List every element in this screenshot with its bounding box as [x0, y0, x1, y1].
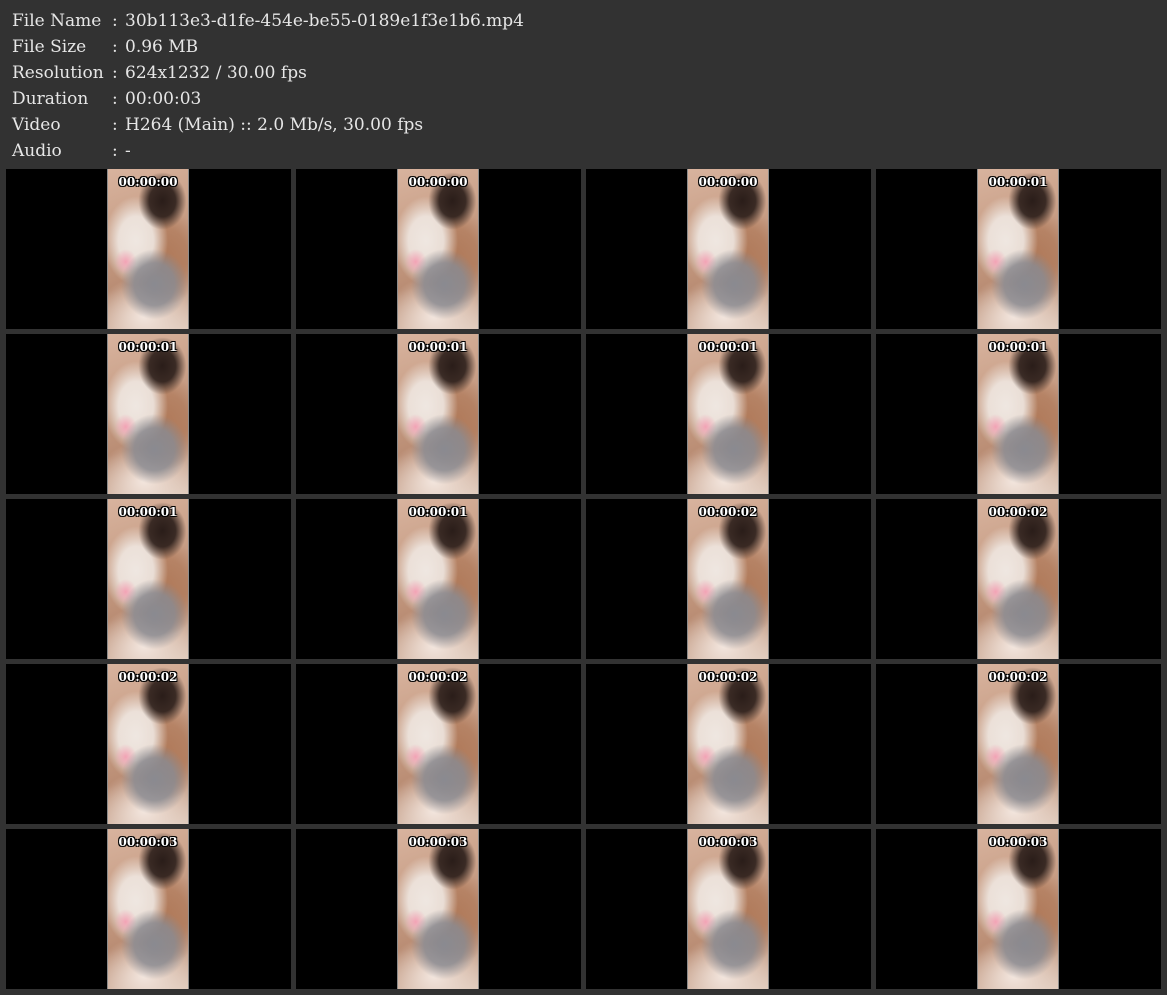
- video-frame-thumbnail: 00:00:02: [397, 664, 479, 824]
- timestamp-label: 00:00:01: [988, 340, 1048, 354]
- video-frame-thumbnail: 00:00:02: [687, 664, 769, 824]
- thumbnail-cell[interactable]: 00:00:02: [876, 664, 1161, 824]
- thumbnail-cell[interactable]: 00:00:01: [6, 499, 291, 659]
- file-size-value: 0.96 MB: [125, 37, 199, 57]
- info-separator: :: [112, 63, 118, 83]
- info-separator: :: [112, 115, 118, 135]
- video-frame-thumbnail: 00:00:03: [107, 829, 189, 989]
- video-frame-thumbnail: 00:00:00: [687, 169, 769, 329]
- thumbnail-cell[interactable]: 00:00:03: [586, 829, 871, 989]
- timestamp-label: 00:00:01: [408, 340, 468, 354]
- file-name-label: File Name: [12, 11, 102, 31]
- duration-value: 00:00:03: [125, 89, 202, 109]
- timestamp-label: 00:00:01: [698, 340, 758, 354]
- timestamp-label: 00:00:03: [408, 835, 468, 849]
- info-row-file-size: File Size : 0.96 MB: [12, 34, 524, 60]
- info-row-duration: Duration : 00:00:03: [12, 86, 524, 112]
- info-row-video: Video : H264 (Main) :: 2.0 Mb/s, 30.00 f…: [12, 112, 524, 138]
- audio-label: Audio: [12, 141, 62, 161]
- thumbnail-cell[interactable]: 00:00:03: [6, 829, 291, 989]
- thumbnail-cell[interactable]: 00:00:01: [876, 334, 1161, 494]
- thumbnail-cell[interactable]: 00:00:02: [876, 499, 1161, 659]
- timestamp-label: 00:00:03: [988, 835, 1048, 849]
- timestamp-label: 00:00:02: [988, 505, 1048, 519]
- info-separator: :: [112, 11, 118, 31]
- thumbnail-cell[interactable]: 00:00:01: [296, 499, 581, 659]
- video-frame-thumbnail: 00:00:01: [977, 334, 1059, 494]
- video-frame-thumbnail: 00:00:00: [397, 169, 479, 329]
- video-frame-thumbnail: 00:00:01: [687, 334, 769, 494]
- thumbnail-cell[interactable]: 00:00:00: [296, 169, 581, 329]
- video-frame-thumbnail: 00:00:02: [977, 664, 1059, 824]
- info-row-audio: Audio : -: [12, 138, 524, 164]
- thumbnail-cell[interactable]: 00:00:01: [586, 334, 871, 494]
- thumbnail-cell[interactable]: 00:00:02: [586, 499, 871, 659]
- video-frame-thumbnail: 00:00:00: [107, 169, 189, 329]
- video-value: H264 (Main) :: 2.0 Mb/s, 30.00 fps: [125, 115, 424, 135]
- video-frame-thumbnail: 00:00:01: [397, 499, 479, 659]
- thumbnail-cell[interactable]: 00:00:02: [6, 664, 291, 824]
- thumbnail-cell[interactable]: 00:00:03: [876, 829, 1161, 989]
- thumbnail-cell[interactable]: 00:00:02: [586, 664, 871, 824]
- timestamp-label: 00:00:02: [698, 505, 758, 519]
- duration-label: Duration: [12, 89, 89, 109]
- thumbnail-cell[interactable]: 00:00:00: [6, 169, 291, 329]
- timestamp-label: 00:00:02: [408, 670, 468, 684]
- thumbnail-cell[interactable]: 00:00:00: [586, 169, 871, 329]
- info-row-resolution: Resolution : 624x1232 / 30.00 fps: [12, 60, 524, 86]
- timestamp-label: 00:00:00: [118, 175, 178, 189]
- timestamp-label: 00:00:01: [118, 505, 178, 519]
- resolution-label: Resolution: [12, 63, 104, 83]
- audio-value: -: [125, 141, 131, 161]
- file-info-panel: File Name : 30b113e3-d1fe-454e-be55-0189…: [12, 8, 524, 164]
- thumbnail-cell[interactable]: 00:00:01: [876, 169, 1161, 329]
- resolution-value: 624x1232 / 30.00 fps: [125, 63, 307, 83]
- timestamp-label: 00:00:01: [118, 340, 178, 354]
- video-frame-thumbnail: 00:00:01: [107, 499, 189, 659]
- timestamp-label: 00:00:03: [118, 835, 178, 849]
- timestamp-label: 00:00:01: [408, 505, 468, 519]
- info-separator: :: [112, 141, 118, 161]
- timestamp-label: 00:00:03: [698, 835, 758, 849]
- video-frame-thumbnail: 00:00:01: [977, 169, 1059, 329]
- video-frame-thumbnail: 00:00:01: [397, 334, 479, 494]
- timestamp-label: 00:00:02: [698, 670, 758, 684]
- thumbnail-cell[interactable]: 00:00:01: [296, 334, 581, 494]
- file-size-label: File Size: [12, 37, 87, 57]
- timestamp-label: 00:00:02: [118, 670, 178, 684]
- video-frame-thumbnail: 00:00:02: [687, 499, 769, 659]
- video-frame-thumbnail: 00:00:03: [977, 829, 1059, 989]
- thumbnail-grid: 00:00:00 00:00:00 00:00:00 00:00:01 00:00:01…: [6, 169, 1162, 991]
- video-label: Video: [12, 115, 61, 135]
- info-separator: :: [112, 37, 118, 57]
- timestamp-label: 00:00:00: [698, 175, 758, 189]
- info-row-file-name: File Name : 30b113e3-d1fe-454e-be55-0189…: [12, 8, 524, 34]
- timestamp-label: 00:00:02: [988, 670, 1048, 684]
- video-frame-thumbnail: 00:00:01: [107, 334, 189, 494]
- video-frame-thumbnail: 00:00:03: [687, 829, 769, 989]
- video-frame-thumbnail: 00:00:02: [107, 664, 189, 824]
- thumbnail-cell[interactable]: 00:00:01: [6, 334, 291, 494]
- info-separator: :: [112, 89, 118, 109]
- thumbnail-cell[interactable]: 00:00:03: [296, 829, 581, 989]
- thumbnail-cell[interactable]: 00:00:02: [296, 664, 581, 824]
- video-frame-thumbnail: 00:00:02: [977, 499, 1059, 659]
- video-frame-thumbnail: 00:00:03: [397, 829, 479, 989]
- timestamp-label: 00:00:01: [988, 175, 1048, 189]
- timestamp-label: 00:00:00: [408, 175, 468, 189]
- file-name-value: 30b113e3-d1fe-454e-be55-0189e1f3e1b6.mp4: [125, 11, 524, 31]
